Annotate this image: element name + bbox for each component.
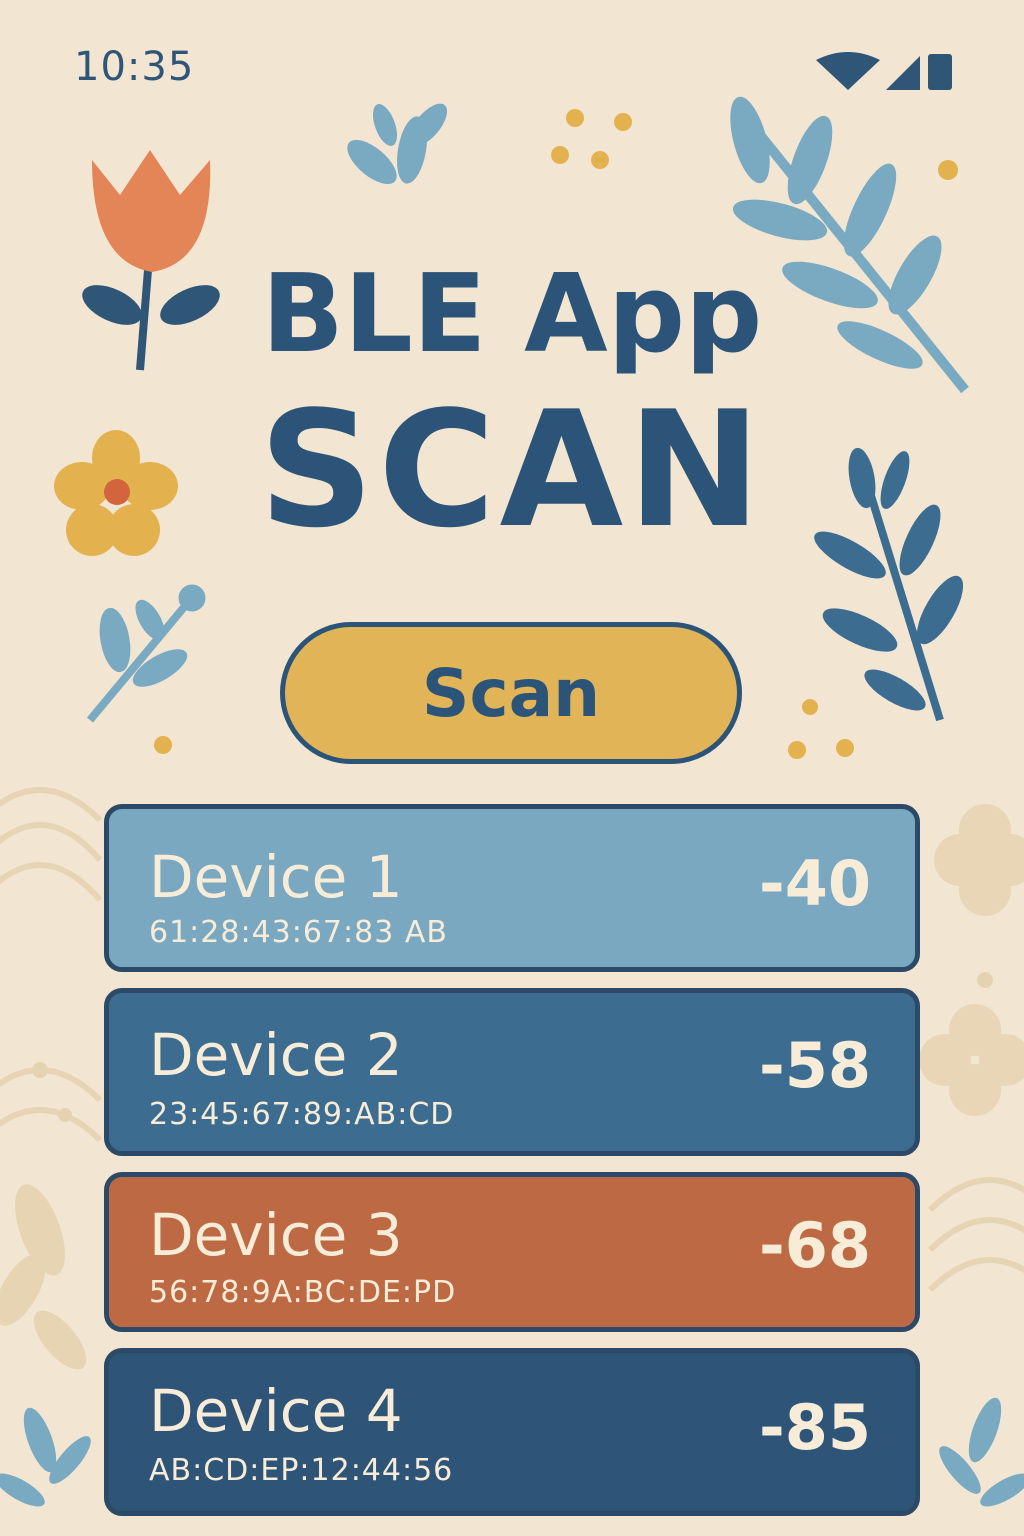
device-rssi: -40 — [758, 847, 871, 920]
device-card-1[interactable]: Device 1 61:28:43:67:83 AB -40 — [104, 804, 920, 972]
title-line-1: BLE App — [261, 252, 763, 377]
device-card-4[interactable]: Device 4 AB:CD:EP:12:44:56 -85 — [104, 1348, 920, 1516]
device-mac: 61:28:43:67:83 AB — [149, 915, 448, 950]
device-mac: AB:CD:EP:12:44:56 — [149, 1453, 454, 1488]
device-mac: 23:45:67:89:AB:CD — [149, 1097, 455, 1132]
device-name: Device 3 — [149, 1201, 403, 1269]
battery-icon — [928, 54, 952, 90]
status-icons — [816, 52, 952, 90]
scan-button-label: Scan — [421, 654, 601, 732]
clover-flower-icon — [919, 804, 1024, 1116]
device-card-2[interactable]: Device 2 23:45:67:89:AB:CD -58 — [104, 988, 920, 1156]
faint-leaf-icon — [0, 1184, 87, 1370]
device-list: Device 1 61:28:43:67:83 AB -40 Device 2 … — [104, 804, 920, 1532]
device-card-3[interactable]: Device 3 56:78:9A:BC:DE:PD -68 — [104, 1172, 920, 1332]
scan-button[interactable]: Scan — [280, 622, 742, 764]
device-mac: 56:78:9A:BC:DE:PD — [149, 1275, 457, 1310]
device-name: Device 1 — [149, 843, 403, 911]
leaf-sprig-icon — [86, 584, 206, 723]
device-name: Device 2 — [149, 1021, 403, 1089]
page-title: BLE App SCAN — [0, 250, 1024, 560]
device-name: Device 4 — [149, 1377, 403, 1445]
status-bar: 10:35 — [0, 0, 1024, 120]
dot-icon — [788, 699, 854, 759]
title-line-2: SCAN — [258, 376, 766, 563]
device-rssi: -85 — [758, 1391, 871, 1464]
signal-icon — [886, 56, 920, 90]
device-rssi: -58 — [758, 1029, 871, 1102]
wifi-icon — [816, 52, 880, 90]
status-time: 10:35 — [74, 44, 195, 90]
device-rssi: -68 — [758, 1209, 871, 1282]
dot-icon — [154, 736, 172, 754]
